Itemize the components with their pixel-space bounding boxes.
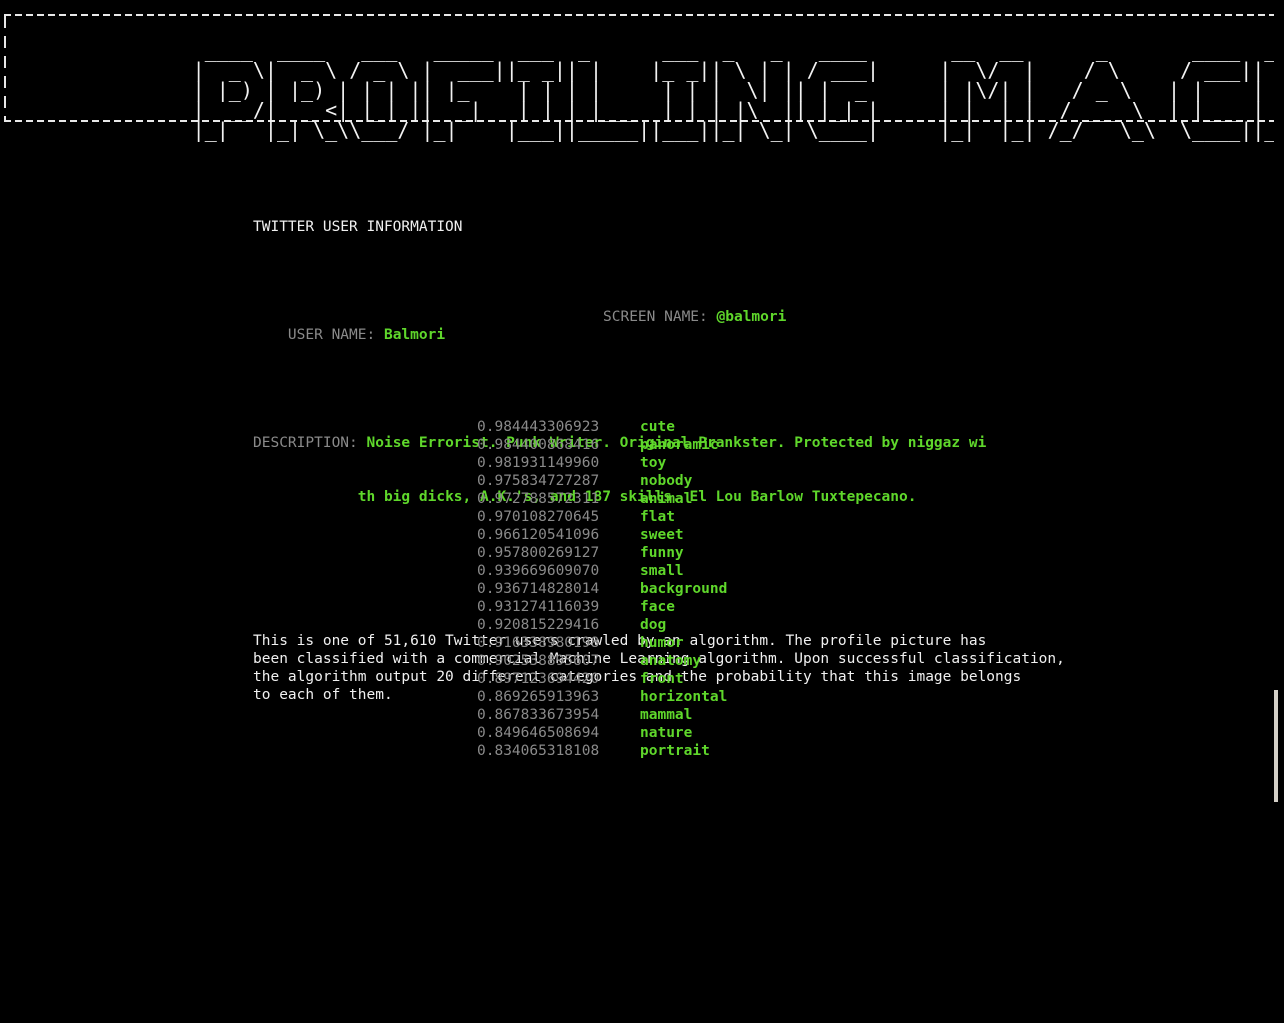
prediction-score: 0.957800269127 xyxy=(477,545,600,561)
prediction-row: 0.981931149960 toy xyxy=(477,453,727,471)
description-label: DESCRIPTION: xyxy=(253,435,358,451)
prediction-score: 0.936714828014 xyxy=(477,581,600,597)
prediction-score: 0.984443306923 xyxy=(477,419,600,435)
scrollbar-track[interactable] xyxy=(1274,0,1284,1023)
prediction-label: front xyxy=(640,671,684,687)
prediction-row: 0.984443306923 cute xyxy=(477,417,727,435)
prediction-row: 0.984400868416 panoramic xyxy=(477,435,727,453)
prediction-label: humor xyxy=(640,635,684,651)
prediction-row: 0.916338980198 humor xyxy=(477,633,727,651)
prediction-label: cute xyxy=(640,419,675,435)
prediction-row: 0.869265913963 horizontal xyxy=(477,687,727,705)
prediction-row: 0.834065318108 portrait xyxy=(477,741,727,759)
description-indent xyxy=(253,489,358,505)
prediction-score: 0.981931149960 xyxy=(477,455,600,471)
prediction-score: 0.902538895607 xyxy=(477,653,600,669)
scrollbar-thumb[interactable] xyxy=(1274,690,1278,802)
description-block: DESCRIPTION: Noise Errorist. Punk Writer… xyxy=(253,398,1253,542)
prediction-row: 0.957800269127 funny xyxy=(477,543,727,561)
prediction-score: 0.970108270645 xyxy=(477,509,600,525)
prediction-score: 0.916338980198 xyxy=(477,635,600,651)
prediction-row: 0.970108270645 flat xyxy=(477,507,727,525)
prediction-row: 0.966120541096 sweet xyxy=(477,525,727,543)
prediction-score: 0.869265913963 xyxy=(477,689,600,705)
prediction-score: 0.975834727287 xyxy=(477,473,600,489)
prediction-label: panoramic xyxy=(640,437,719,453)
prediction-label: dog xyxy=(640,617,667,633)
screen-name-value: @balmori xyxy=(716,309,787,325)
prediction-score: 0.849646508694 xyxy=(477,725,600,741)
main-content: TWITTER USER INFORMATION USER NAME: Balm… xyxy=(253,164,1253,722)
prediction-label: mammal xyxy=(640,707,693,723)
section-heading: TWITTER USER INFORMATION xyxy=(253,219,463,235)
prediction-score: 0.931274116039 xyxy=(477,599,600,615)
user-name-label: USER NAME: xyxy=(287,327,376,343)
prediction-label: small xyxy=(640,563,684,579)
prediction-label: toy xyxy=(640,455,667,471)
prediction-label: funny xyxy=(640,545,684,561)
header-banner-box: ____ ____ ___ _____ ___ _ ___ _ _ ____ _… xyxy=(0,14,1284,140)
prediction-row: 0.936714828014 background xyxy=(477,579,727,597)
prediction-row: 0.975834727287 nobody xyxy=(477,471,727,489)
prediction-score: 0.939669609070 xyxy=(477,563,600,579)
prediction-row: 0.902538895607 anatomy xyxy=(477,651,727,669)
user-identity-row: USER NAME: Balmori SCREEN NAME: @balmori xyxy=(253,308,1253,343)
description-line-2: th big dicks, A.K.'s, and 187 skills. El… xyxy=(253,488,1253,506)
prediction-label: flat xyxy=(640,509,675,525)
prediction-row: 0.972788572311 animal xyxy=(477,489,727,507)
prediction-score: 0.972788572311 xyxy=(477,491,600,507)
prediction-label: anatomy xyxy=(640,653,702,669)
prediction-score: 0.834065318108 xyxy=(477,743,600,759)
banner-border-top xyxy=(4,14,1276,16)
user-name-value: Balmori xyxy=(383,327,446,343)
prediction-label: background xyxy=(640,581,728,597)
prediction-row: 0.920815229416 dog xyxy=(477,615,727,633)
prediction-score: 0.966120541096 xyxy=(477,527,600,543)
prediction-label: sweet xyxy=(640,527,684,543)
prediction-row: 0.931274116039 face xyxy=(477,597,727,615)
prediction-score: 0.867833673954 xyxy=(477,707,600,723)
prediction-score: 0.897123694420 xyxy=(477,671,600,687)
prediction-list: 0.984443306923 cute 0.984400868416 panorami… xyxy=(477,417,727,759)
prediction-label: portrait xyxy=(640,743,710,759)
prediction-row: 0.897123694420 front xyxy=(477,669,727,687)
prediction-label: animal xyxy=(640,491,693,507)
screen-name-label: SCREEN NAME: xyxy=(603,309,708,325)
prediction-row: 0.867833673954 mammal xyxy=(477,705,727,723)
screen-name-group: SCREEN NAME: @balmori xyxy=(603,308,786,326)
prediction-label: horizontal xyxy=(640,689,728,705)
prediction-label: face xyxy=(640,599,675,615)
prediction-score: 0.984400868416 xyxy=(477,437,600,453)
prediction-label: nobody xyxy=(640,473,693,489)
prediction-row: 0.849646508694 nature xyxy=(477,723,727,741)
ascii-art-title: ____ ____ ___ _____ ___ _ ___ _ _ ____ _… xyxy=(192,38,1284,142)
prediction-row: 0.939669609070 small xyxy=(477,561,727,579)
description-line-1: DESCRIPTION: Noise Errorist. Punk Writer… xyxy=(253,434,1253,452)
prediction-score: 0.920815229416 xyxy=(477,617,600,633)
prediction-label: nature xyxy=(640,725,693,741)
